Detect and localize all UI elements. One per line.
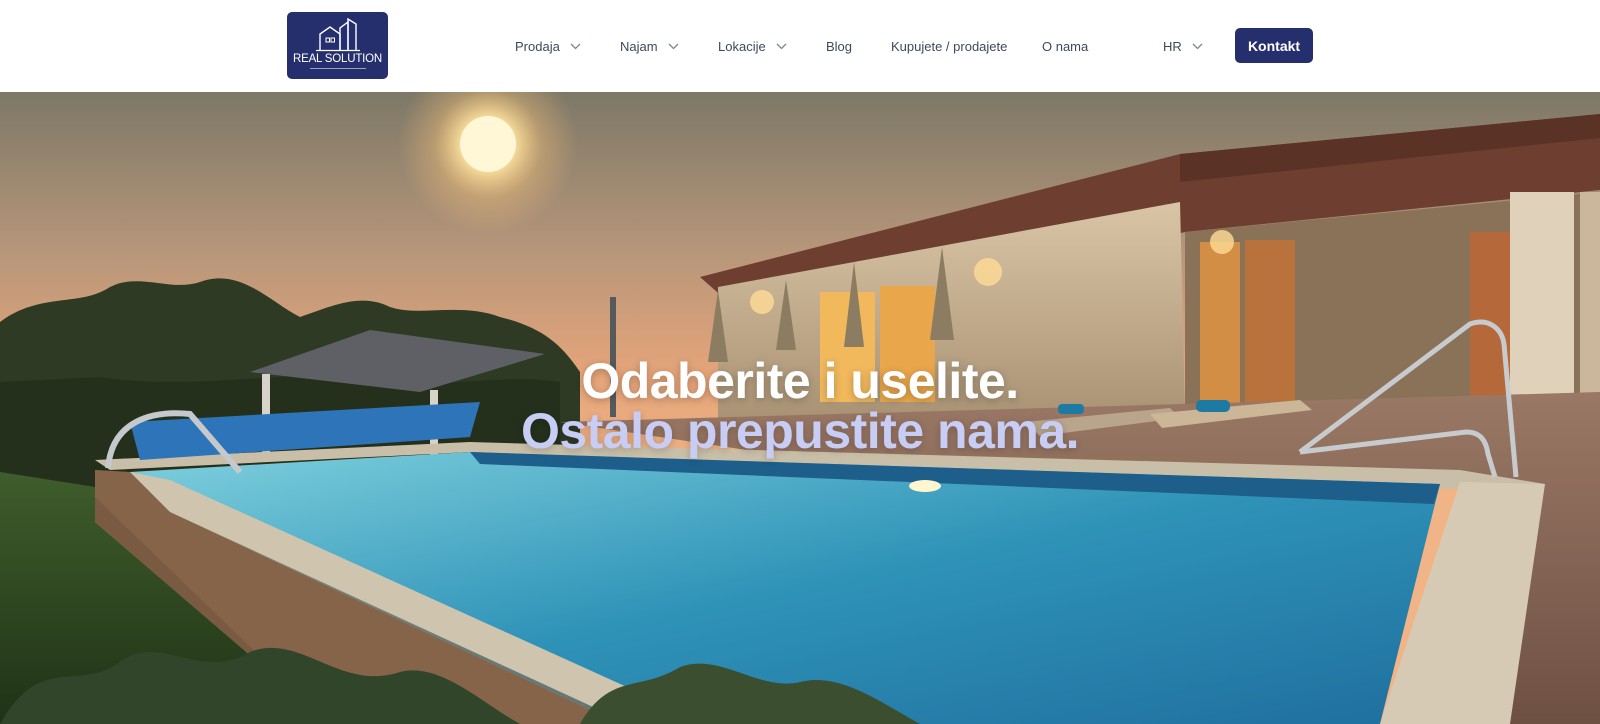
language-selector[interactable]: HR [1163,36,1203,56]
buildings-icon [315,18,360,52]
logo-tagline-rule [309,68,366,69]
hero-section: Odaberite i uselite. Ostalo prepustite n… [0,92,1600,724]
nav-item-kupujete-prodajete[interactable]: Kupujete / prodajete [891,36,1007,56]
language-label: HR [1163,38,1182,54]
nav-label-kupujete-prodajete: Kupujete / prodajete [891,38,1008,54]
nav-item-najam[interactable]: Najam [620,36,679,56]
chevron-down-icon [776,43,787,50]
site-logo[interactable]: REAL SOLUTION [287,12,388,79]
nav-label-najam: Najam [620,38,658,54]
nav-label-lokacije: Lokacije [718,38,766,54]
nav-item-prodaja[interactable]: Prodaja [515,36,581,56]
chevron-down-icon [1192,43,1203,50]
nav-label-blog: Blog [826,38,853,54]
hero-line-1: Odaberite i uselite. [581,353,1019,409]
logo-text: REAL SOLUTION [293,53,382,65]
hero-line-2: Ostalo prepustite nama. [520,403,1080,459]
nav-item-blog[interactable]: Blog [826,36,852,56]
nav-item-o-nama[interactable]: O nama [1042,36,1088,56]
contact-button[interactable]: Kontakt [1235,28,1313,63]
chevron-down-icon [570,43,581,50]
nav-item-lokacije[interactable]: Lokacije [718,36,787,56]
nav-label-o-nama: O nama [1042,38,1089,54]
hero-headline: Odaberite i uselite. Ostalo prepustite n… [0,356,1600,456]
nav-label-prodaja: Prodaja [515,38,560,54]
site-header: REAL SOLUTION Prodaja Najam Lokacije Blo… [0,0,1600,92]
chevron-down-icon [668,43,679,50]
